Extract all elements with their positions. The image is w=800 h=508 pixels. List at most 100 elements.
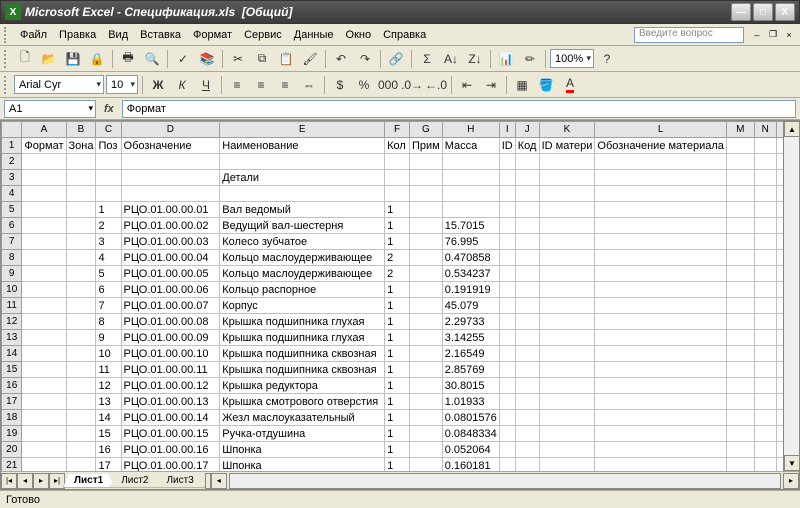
table-row[interactable]: 84РЦО.01.00.00.04Кольцо маслоудерживающе… bbox=[2, 250, 799, 266]
cell[interactable]: 1 bbox=[385, 378, 410, 394]
cell[interactable] bbox=[22, 346, 66, 362]
column-header[interactable]: F bbox=[385, 122, 410, 138]
cell[interactable] bbox=[515, 410, 539, 426]
cell[interactable] bbox=[410, 426, 443, 442]
cell[interactable]: Шпонка bbox=[220, 458, 385, 472]
cell[interactable] bbox=[515, 378, 539, 394]
cell[interactable] bbox=[499, 314, 515, 330]
select-all-cell[interactable] bbox=[2, 122, 22, 138]
cell[interactable] bbox=[410, 250, 443, 266]
cell[interactable] bbox=[595, 410, 726, 426]
cell[interactable] bbox=[410, 154, 443, 170]
row-header[interactable]: 18 bbox=[2, 410, 22, 426]
row-header[interactable]: 16 bbox=[2, 378, 22, 394]
row-header[interactable]: 17 bbox=[2, 394, 22, 410]
cell[interactable] bbox=[726, 394, 754, 410]
cell[interactable] bbox=[499, 154, 515, 170]
format-painter-icon[interactable]: 🖌 bbox=[299, 48, 321, 70]
cell[interactable] bbox=[539, 458, 595, 472]
copy-icon[interactable]: ⧉ bbox=[251, 48, 273, 70]
cell[interactable]: 1 bbox=[385, 442, 410, 458]
cell[interactable] bbox=[22, 394, 66, 410]
cell[interactable]: Кольцо распорное bbox=[220, 282, 385, 298]
cell[interactable]: 3.14255 bbox=[442, 330, 499, 346]
cell[interactable]: 7 bbox=[96, 298, 121, 314]
font-color-icon[interactable]: A bbox=[559, 74, 581, 96]
table-row[interactable]: 2016РЦО.01.00.00.16Шпонка10.052064 bbox=[2, 442, 799, 458]
cell[interactable] bbox=[66, 378, 96, 394]
table-row[interactable]: 62РЦО.01.00.00.02Ведущий вал-шестерня115… bbox=[2, 218, 799, 234]
cell[interactable]: Шпонка bbox=[220, 442, 385, 458]
cell[interactable] bbox=[410, 410, 443, 426]
cell[interactable] bbox=[410, 314, 443, 330]
cell[interactable]: РЦО.01.00.00.17 bbox=[121, 458, 220, 472]
column-header[interactable]: K bbox=[539, 122, 595, 138]
borders-icon[interactable]: ▦ bbox=[511, 74, 533, 96]
cell[interactable] bbox=[754, 426, 776, 442]
menu-format[interactable]: Формат bbox=[187, 27, 238, 43]
cell[interactable] bbox=[410, 458, 443, 472]
cell[interactable] bbox=[22, 250, 66, 266]
cell[interactable]: РЦО.01.00.00.12 bbox=[121, 378, 220, 394]
cell[interactable]: РЦО.01.00.00.14 bbox=[121, 410, 220, 426]
cell[interactable]: РЦО.01.00.00.05 bbox=[121, 266, 220, 282]
cell[interactable] bbox=[726, 218, 754, 234]
cell[interactable]: 4 bbox=[96, 250, 121, 266]
percent-icon[interactable]: % bbox=[353, 74, 375, 96]
cell[interactable]: Крышка подшипника глухая bbox=[220, 330, 385, 346]
zoom-combo[interactable]: 100% bbox=[550, 49, 594, 68]
cell[interactable] bbox=[499, 458, 515, 472]
align-center-icon[interactable]: ≡ bbox=[250, 74, 272, 96]
cell[interactable] bbox=[499, 378, 515, 394]
cell[interactable] bbox=[385, 170, 410, 186]
row-header[interactable]: 4 bbox=[2, 186, 22, 202]
row-header[interactable]: 6 bbox=[2, 218, 22, 234]
cell[interactable]: 1 bbox=[385, 218, 410, 234]
scroll-down-button[interactable]: ▼ bbox=[784, 455, 799, 471]
cell[interactable] bbox=[22, 170, 66, 186]
cell[interactable]: РЦО.01.00.00.16 bbox=[121, 442, 220, 458]
cell[interactable] bbox=[595, 378, 726, 394]
cell[interactable]: 5 bbox=[96, 266, 121, 282]
cell[interactable]: РЦО.01.00.00.08 bbox=[121, 314, 220, 330]
cell[interactable] bbox=[499, 266, 515, 282]
cell[interactable] bbox=[499, 330, 515, 346]
cell[interactable]: 0.0801576 bbox=[442, 410, 499, 426]
cell[interactable] bbox=[539, 154, 595, 170]
cell[interactable] bbox=[515, 186, 539, 202]
cell[interactable] bbox=[595, 154, 726, 170]
table-row[interactable]: 117РЦО.01.00.00.07Корпус145.079 bbox=[2, 298, 799, 314]
cell[interactable]: ID матери bbox=[539, 138, 595, 154]
cell[interactable]: Ручка-отдушина bbox=[220, 426, 385, 442]
cell[interactable]: Ведущий вал-шестерня bbox=[220, 218, 385, 234]
cell[interactable] bbox=[515, 218, 539, 234]
permission-icon[interactable]: 🔒 bbox=[86, 48, 108, 70]
cell[interactable] bbox=[726, 282, 754, 298]
cell[interactable] bbox=[410, 330, 443, 346]
preview-icon[interactable]: 🔍 bbox=[141, 48, 163, 70]
cell[interactable]: Кол bbox=[385, 138, 410, 154]
doc-close-button[interactable]: × bbox=[782, 28, 796, 42]
cell[interactable] bbox=[754, 442, 776, 458]
cell[interactable]: 11 bbox=[96, 362, 121, 378]
table-row[interactable]: 4 bbox=[2, 186, 799, 202]
cell[interactable] bbox=[515, 282, 539, 298]
cell[interactable]: 1 bbox=[385, 458, 410, 472]
cell[interactable]: 15 bbox=[96, 426, 121, 442]
cell[interactable] bbox=[515, 266, 539, 282]
table-row[interactable]: 128РЦО.01.00.00.08Крышка подшипника глух… bbox=[2, 314, 799, 330]
cell[interactable] bbox=[539, 410, 595, 426]
cell[interactable]: 0.534237 bbox=[442, 266, 499, 282]
cell[interactable]: 14 bbox=[96, 410, 121, 426]
cell[interactable] bbox=[539, 218, 595, 234]
menu-edit[interactable]: Правка bbox=[53, 27, 102, 43]
cell[interactable]: 30.8015 bbox=[442, 378, 499, 394]
cell[interactable]: Корпус bbox=[220, 298, 385, 314]
cell[interactable] bbox=[96, 186, 121, 202]
cell[interactable] bbox=[595, 266, 726, 282]
cell[interactable]: Крышка подшипника глухая bbox=[220, 314, 385, 330]
cell[interactable]: 3 bbox=[96, 234, 121, 250]
table-row[interactable]: 2117РЦО.01.00.00.17Шпонка10.160181 bbox=[2, 458, 799, 472]
row-header[interactable]: 14 bbox=[2, 346, 22, 362]
cell[interactable] bbox=[22, 202, 66, 218]
